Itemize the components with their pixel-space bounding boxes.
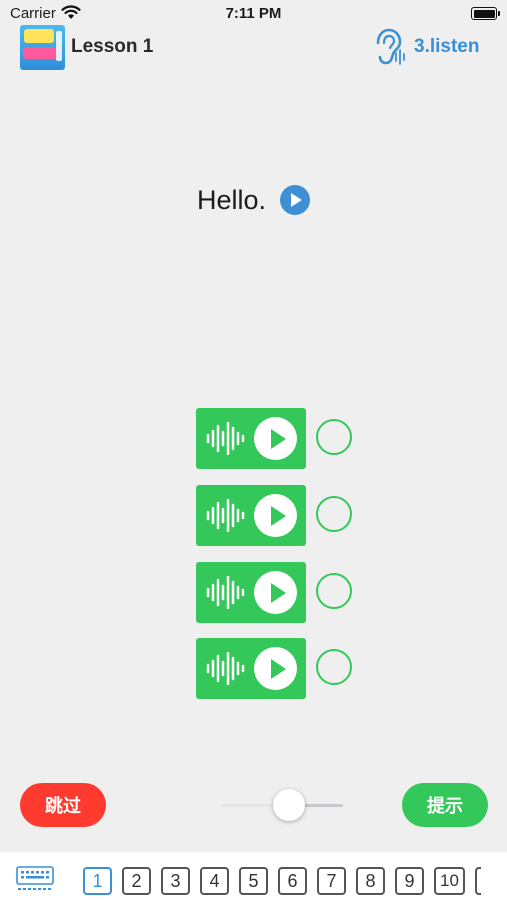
page-4-button[interactable]: 4 xyxy=(200,867,229,895)
answer-option-1 xyxy=(196,408,356,469)
option-3-radio[interactable] xyxy=(316,573,352,609)
skip-button[interactable]: 跳过 xyxy=(20,783,106,827)
play-icon xyxy=(254,494,297,537)
clock: 7:11 PM xyxy=(225,5,282,22)
lesson-title: Lesson 1 xyxy=(71,36,154,57)
prompt-play-icon[interactable] xyxy=(280,185,311,215)
play-icon xyxy=(254,571,297,614)
page-5-button[interactable]: 5 xyxy=(239,867,268,895)
page-11-button-partial[interactable] xyxy=(475,867,481,895)
battery-icon xyxy=(471,7,500,20)
keyboard-icon[interactable] xyxy=(16,866,54,892)
answer-option-4 xyxy=(196,638,356,699)
prompt: Hello. xyxy=(0,180,507,220)
page-6-button[interactable]: 6 xyxy=(278,867,307,895)
page-8-button[interactable]: 8 xyxy=(356,867,385,895)
option-4-radio[interactable] xyxy=(316,649,352,685)
listen-mode-button[interactable]: 3.listen xyxy=(372,27,479,67)
sound-wave-icon xyxy=(206,499,245,532)
answer-option-3 xyxy=(196,562,356,623)
app-logo xyxy=(20,25,65,70)
option-1-radio[interactable] xyxy=(316,419,352,455)
prompt-text: Hello. xyxy=(196,184,267,215)
answer-option-2 xyxy=(196,485,356,546)
play-icon xyxy=(254,647,297,690)
option-2-radio[interactable] xyxy=(316,496,352,532)
page-3-button[interactable]: 3 xyxy=(161,867,190,895)
page-10-button[interactable]: 10 xyxy=(434,867,465,895)
page-1-button[interactable]: 1 xyxy=(83,867,112,895)
page-7-button[interactable]: 7 xyxy=(317,867,346,895)
bottom-bar: 1 2 3 4 5 6 7 8 9 10 xyxy=(0,852,507,900)
sound-wave-icon xyxy=(206,422,245,455)
page-2-button[interactable]: 2 xyxy=(122,867,151,895)
sound-wave-icon xyxy=(206,576,245,609)
page-selector: 1 2 3 4 5 6 7 8 9 10 xyxy=(83,867,481,895)
listen-mode-label: 3.listen xyxy=(414,36,480,57)
speed-slider[interactable] xyxy=(223,788,343,822)
option-4-audio-button[interactable] xyxy=(196,638,306,699)
option-2-audio-button[interactable] xyxy=(196,485,306,546)
page-9-button[interactable]: 9 xyxy=(395,867,424,895)
slider-thumb[interactable] xyxy=(273,789,305,821)
play-icon xyxy=(254,417,297,460)
option-3-audio-button[interactable] xyxy=(196,562,306,623)
ear-icon xyxy=(376,28,405,65)
option-1-audio-button[interactable] xyxy=(196,408,306,469)
status-bar: Carrier 7:11 PM xyxy=(0,0,507,28)
hint-button[interactable]: 提示 xyxy=(402,783,488,827)
sound-wave-icon xyxy=(206,652,245,685)
